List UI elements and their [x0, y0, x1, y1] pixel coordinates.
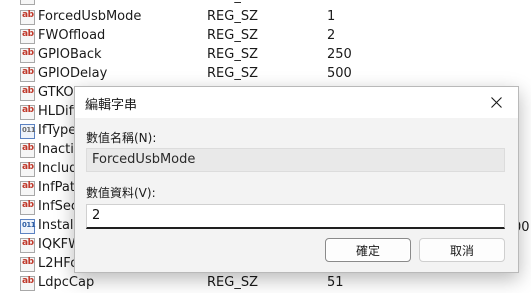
string-value-icon: ab: [20, 0, 35, 5]
registry-row-type: REG_SZ: [207, 0, 258, 4]
binary-value-icon: 011: [20, 124, 36, 139]
registry-row[interactable]: ab GPIOBack REG_SZ 250: [0, 46, 531, 65]
string-value-icon: ab: [20, 200, 35, 215]
string-value-icon: ab: [20, 238, 35, 253]
value-data-label: 數值資料(V):: [86, 186, 156, 200]
registry-row-name: Includ: [38, 161, 78, 176]
registry-row-data: 500: [327, 66, 352, 81]
registry-row-type: REG_SZ: [207, 47, 258, 62]
registry-row-data: 250: [327, 47, 352, 62]
close-button[interactable]: [474, 87, 518, 118]
registry-row-data: 51: [327, 275, 344, 290]
registry-row-name: EnableUsb3: [38, 0, 115, 4]
string-value-icon: ab: [20, 181, 35, 196]
registry-row-name: IfType: [38, 123, 77, 138]
registry-row-name: GPIOBack: [38, 47, 102, 62]
value-name-label: 數值名稱(N):: [86, 131, 157, 145]
value-name-field: ForcedUsbMode: [86, 148, 505, 172]
value-data-input[interactable]: 2: [86, 204, 505, 229]
string-value-icon: ab: [20, 143, 35, 158]
registry-row-name: GTKOf: [38, 85, 79, 100]
string-value-icon: ab: [20, 48, 35, 63]
registry-row[interactable]: ab LdpcCap REG_SZ 51: [0, 274, 531, 293]
cancel-button[interactable]: 取消: [419, 238, 505, 262]
registry-row[interactable]: ab FWOffload REG_SZ 2: [0, 27, 531, 46]
registry-row-type: REG_SZ: [207, 66, 258, 81]
registry-row-type: REG_SZ: [207, 28, 258, 43]
registry-row-name: FWOffload: [38, 28, 106, 43]
registry-row-type: REG_SZ: [207, 275, 258, 290]
string-value-icon: ab: [20, 162, 35, 177]
dialog-body: 數值名稱(N): ForcedUsbMode 數值資料(V): 2 確定 取消: [75, 118, 518, 272]
string-value-icon: ab: [20, 105, 35, 120]
string-value-icon: ab: [20, 86, 35, 101]
registry-row-name: L2HFo: [38, 256, 79, 271]
registry-row-data: 1: [327, 0, 335, 4]
binary-value-icon: 011: [20, 219, 36, 234]
dialog-title: 編輯字串: [85, 98, 138, 113]
registry-row-data: 2: [327, 28, 336, 43]
registry-row-name: ForcedUsbMode: [38, 9, 142, 24]
string-value-icon: ab: [20, 276, 35, 291]
registry-row[interactable]: ab GPIODelay REG_SZ 500: [0, 65, 531, 84]
string-value-icon: ab: [20, 67, 35, 82]
dialog-titlebar[interactable]: 編輯字串: [75, 87, 518, 118]
string-value-icon: ab: [20, 29, 35, 44]
edit-string-dialog: 編輯字串 數值名稱(N): ForcedUsbMode 數值資料(V): 2 確…: [74, 86, 519, 273]
registry-row[interactable]: ab ForcedUsbMode REG_SZ 1: [0, 8, 531, 27]
registry-row-name: LdpcCap: [38, 275, 95, 290]
string-value-icon: ab: [20, 10, 35, 25]
registry-row-type: REG_SZ: [207, 9, 258, 24]
ok-button[interactable]: 確定: [325, 238, 411, 262]
string-value-icon: ab: [20, 257, 35, 272]
close-icon: [490, 97, 502, 108]
registry-row-name: HLDiff: [38, 104, 78, 119]
registry-row-data: 1: [327, 9, 336, 24]
registry-row-name: GPIODelay: [38, 66, 108, 81]
